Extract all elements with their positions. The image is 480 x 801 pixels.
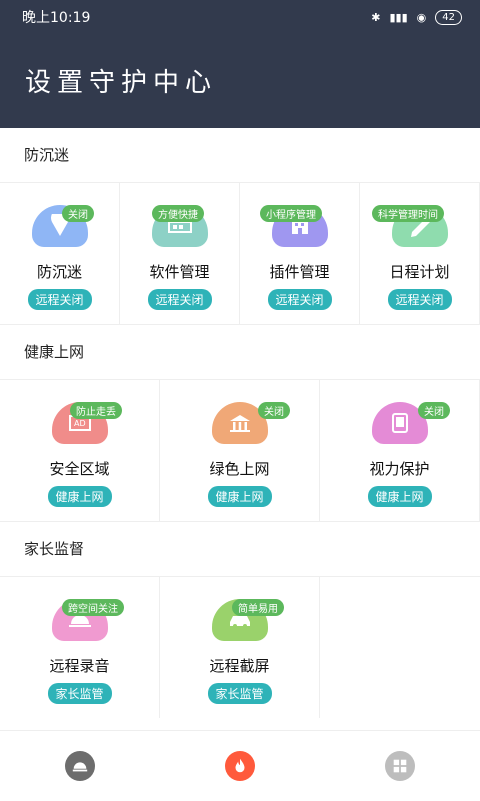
page-title: 设置守护中心 [25, 68, 218, 98]
section-parental-supervision: 家长监督 跨空间关注 远程录音 家长监管 简单易用 远程截屏 家长监管 [0, 522, 480, 718]
card-label: 视力保护 [369, 460, 430, 478]
section-anti-addiction: 防沉迷 关闭 防沉迷 远程关闭 方便快捷 软件管理 远程关闭 小程序管理 插件管… [0, 128, 480, 325]
status-badge: 科学管理时间 [372, 205, 444, 222]
status-badge: 方便快捷 [152, 205, 204, 222]
action-tag[interactable]: 远程关闭 [27, 289, 92, 310]
card-green-internet[interactable]: 关闭 绿色上网 健康上网 [160, 380, 320, 521]
action-tag[interactable]: 远程关闭 [267, 289, 332, 310]
status-badge: 简单易用 [232, 599, 284, 616]
status-badge: 关闭 [418, 402, 450, 419]
action-tag[interactable]: 健康上网 [207, 486, 272, 507]
status-badge: 关闭 [62, 205, 94, 222]
card-label: 插件管理 [269, 263, 330, 281]
bluetooth-icon: ✱ [371, 10, 381, 24]
action-tag[interactable]: 家长监管 [207, 683, 272, 704]
header: 晚上10:19 ✱ ▮▮▮ ◉ 42 设置守护中心 [0, 0, 480, 128]
section-grid: 关闭 防沉迷 远程关闭 方便快捷 软件管理 远程关闭 小程序管理 插件管理 远程… [0, 183, 480, 325]
bottom-nav [0, 730, 480, 801]
status-bar: 晚上10:19 ✱ ▮▮▮ ◉ 42 [0, 0, 480, 34]
card-remote-screenshot[interactable]: 简单易用 远程截屏 家长监管 [160, 577, 320, 718]
action-tag[interactable]: 家长监管 [47, 683, 112, 704]
card-remote-recording[interactable]: 跨空间关注 远程录音 家长监管 [0, 577, 160, 718]
status-badge: 防止走丢 [70, 402, 122, 419]
card-label: 远程录音 [49, 657, 110, 675]
card-label: 安全区域 [49, 460, 110, 478]
action-tag[interactable]: 健康上网 [47, 486, 112, 507]
card-schedule-plan[interactable]: 科学管理时间 日程计划 远程关闭 [360, 183, 480, 324]
section-healthy-internet: 健康上网 AD 防止走丢 安全区域 健康上网 关闭 绿色上网 健康上网 关闭 视… [0, 325, 480, 522]
section-grid: AD 防止走丢 安全区域 健康上网 关闭 绿色上网 健康上网 关闭 视力保护 健… [0, 380, 480, 522]
status-badge: 关闭 [258, 402, 290, 419]
apps-icon[interactable] [385, 751, 415, 781]
action-tag[interactable]: 远程关闭 [387, 289, 452, 310]
fire-icon[interactable] [225, 751, 255, 781]
card-label: 防沉迷 [36, 263, 82, 281]
svg-text:AD: AD [74, 419, 86, 428]
card-label: 日程计划 [389, 263, 450, 281]
section-title: 家长监督 [0, 522, 480, 577]
card-eye-protection[interactable]: 关闭 视力保护 健康上网 [320, 380, 480, 521]
section-title: 防沉迷 [0, 128, 480, 183]
card-safe-zone[interactable]: AD 防止走丢 安全区域 健康上网 [0, 380, 160, 521]
content-area: 防沉迷 关闭 防沉迷 远程关闭 方便快捷 软件管理 远程关闭 小程序管理 插件管… [0, 128, 480, 730]
section-grid: 跨空间关注 远程录音 家长监管 简单易用 远程截屏 家长监管 [0, 577, 480, 718]
signal-icon: ▮▮▮ [389, 10, 408, 24]
status-badge: 小程序管理 [260, 205, 322, 222]
card-label: 软件管理 [149, 263, 210, 281]
card-anti-addiction[interactable]: 关闭 防沉迷 远程关闭 [0, 183, 120, 324]
wifi-icon: ◉ [416, 10, 427, 24]
card-software-management[interactable]: 方便快捷 软件管理 远程关闭 [120, 183, 240, 324]
card-plugin-management[interactable]: 小程序管理 插件管理 远程关闭 [240, 183, 360, 324]
status-icons: ✱ ▮▮▮ ◉ 42 [371, 9, 462, 25]
action-tag[interactable]: 远程关闭 [147, 289, 212, 310]
status-time: 晚上10:19 [22, 10, 91, 26]
action-tag[interactable]: 健康上网 [367, 486, 432, 507]
home-icon[interactable] [65, 751, 95, 781]
card-label: 绿色上网 [209, 460, 270, 478]
battery-icon: 42 [435, 9, 462, 25]
card-label: 远程截屏 [209, 657, 270, 675]
section-title: 健康上网 [0, 325, 480, 380]
status-badge: 跨空间关注 [62, 599, 124, 616]
